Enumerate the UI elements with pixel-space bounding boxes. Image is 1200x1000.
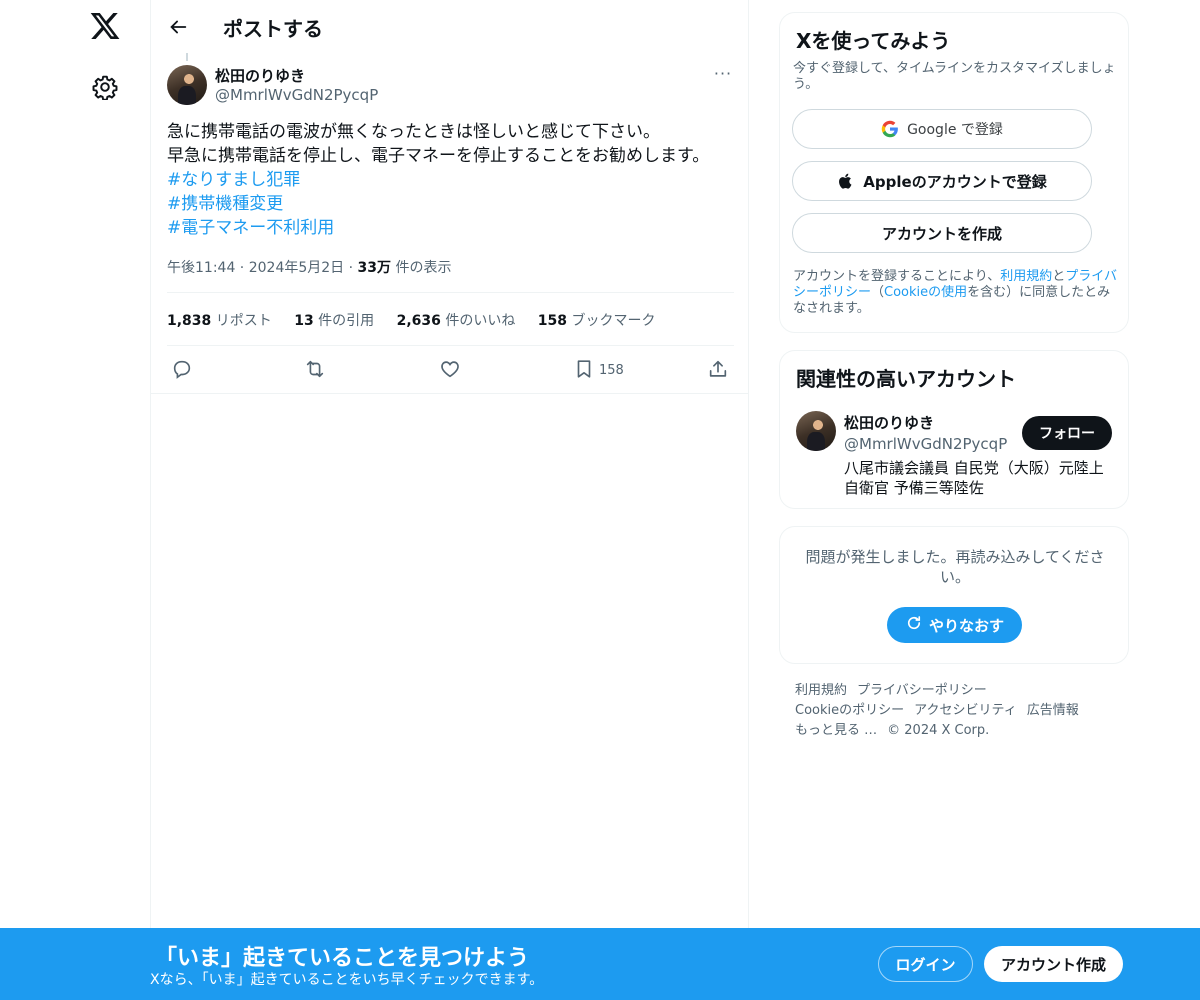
signup-banner: 「いま」起きていることを見つけよう Xなら、「いま」起きていることをいち早くチェ…	[0, 928, 1200, 1000]
thread-line	[186, 53, 188, 61]
terms-text: （	[871, 285, 885, 300]
tweet-date[interactable]: 2024年5月2日	[249, 260, 344, 276]
footer-link-cookie[interactable]: Cookieのポリシー	[795, 703, 904, 718]
related-accounts-card: 関連性の高いアカウント 松田のりゆき @MmrlWvGdN2PycqP フォロー…	[779, 350, 1129, 509]
footer-link-terms[interactable]: 利用規約	[795, 683, 847, 698]
stat-value: 13	[294, 313, 314, 329]
bookmark-icon[interactable]	[573, 358, 597, 382]
hashtag-link[interactable]: #なりすまし犯罪	[167, 168, 737, 192]
top-bar: ポストする	[151, 0, 749, 54]
terms-text: と	[1052, 269, 1066, 284]
avatar[interactable]	[796, 411, 836, 451]
repost-icon[interactable]	[304, 358, 328, 382]
left-nav	[0, 0, 150, 1000]
tweet-text-line: 早急に携帯電話を停止し、電子マネーを停止することをお勧めします。	[167, 146, 710, 166]
stat-likes[interactable]: 2,636 件のいいね	[397, 313, 516, 329]
author-handle[interactable]: @MmrlWvGdN2PycqP	[215, 86, 378, 104]
signup-button[interactable]: アカウント作成	[984, 946, 1123, 982]
tweet-text-line: 急に携帯電話の電波が無くなったときは怪しいと感じて下さい。	[167, 122, 660, 142]
footer-links: 利用規約 プライバシーポリシー Cookieのポリシー アクセシビリティ 広告情報 も…	[795, 681, 1125, 741]
reply-icon[interactable]	[171, 358, 195, 382]
author-name[interactable]: 松田のりゆき	[215, 65, 305, 86]
terms-text: アカウントを登録することにより、	[793, 269, 1001, 284]
avatar[interactable]	[167, 65, 207, 105]
error-card: 問題が発生しました。再読み込みしてください。 やりなおす	[779, 526, 1129, 664]
share-icon[interactable]	[707, 358, 731, 382]
divider	[167, 292, 734, 293]
follow-button[interactable]: フォロー	[1022, 416, 1112, 450]
divider	[151, 393, 749, 394]
tweet-stats: 1,838 リポスト 13 件の引用 2,636 件のいいね 158 ブックマー…	[167, 310, 673, 330]
terms-notice: アカウントを登録することにより、利用規約とプライバシーポリシー（Cookieの使…	[793, 269, 1123, 317]
retry-button[interactable]: やりなおす	[887, 607, 1022, 643]
footer-copyright: © 2024 X Corp.	[887, 723, 990, 738]
more-options-icon[interactable]: ···	[707, 64, 739, 86]
main-column: ポストする 松田のりゆき @MmrlWvGdN2PycqP ··· 急に携帯電話…	[150, 0, 749, 1000]
related-card-title: 関連性の高いアカウント	[796, 367, 1016, 391]
error-message: 問題が発生しました。再読み込みしてください。	[805, 548, 1105, 586]
apple-icon	[837, 172, 855, 190]
signup-card: Xを使ってみよう 今すぐ登録して、タイムラインをカスタマイズしましょう。 Goo…	[779, 12, 1129, 333]
x-logo-icon[interactable]	[89, 10, 121, 42]
stat-bookmarks[interactable]: 158 ブックマーク	[538, 313, 656, 329]
views-count: 33万	[357, 260, 392, 276]
tweet-meta: 午後11:44 · 2024年5月2日 · 33万 件の表示	[167, 257, 451, 277]
signup-subtitle: 今すぐ登録して、タイムラインをカスタマイズしましょう。	[793, 61, 1116, 92]
signup-card-title: Xを使ってみよう	[796, 29, 951, 53]
views-label: 件の表示	[391, 260, 452, 276]
related-account-name[interactable]: 松田のりゆき	[844, 412, 934, 433]
banner-title: 「いま」起きていることを見つけよう	[155, 946, 530, 971]
stat-value: 158	[537, 313, 568, 329]
back-arrow-icon[interactable]	[167, 16, 189, 38]
action-bar: 158	[151, 355, 749, 385]
retry-label: やりなおす	[928, 616, 1004, 635]
stat-label: リポスト	[211, 313, 272, 329]
footer-link-privacy[interactable]: プライバシーポリシー	[857, 683, 987, 698]
hashtag-link[interactable]: #携帯機種変更	[167, 192, 737, 216]
stat-reposts[interactable]: 1,838 リポスト	[167, 313, 272, 329]
stat-quotes[interactable]: 13 件の引用	[294, 313, 374, 329]
divider	[167, 345, 734, 346]
meta-separator: ·	[235, 260, 249, 276]
related-account-bio: 八尾市議会議員 自民党（大阪）元陸上自衛官 予備三等陸佐	[844, 459, 1104, 497]
bookmark-count: 158	[599, 363, 624, 378]
login-button[interactable]: ログイン	[878, 946, 973, 982]
footer-link-ads[interactable]: 広告情報	[1027, 703, 1079, 718]
stat-value: 1,838	[167, 313, 212, 329]
page-title: ポストする	[223, 17, 323, 41]
gear-icon[interactable]	[92, 74, 118, 101]
related-account-handle[interactable]: @MmrlWvGdN2PycqP	[844, 435, 1007, 453]
stat-label: 件の引用	[313, 313, 375, 329]
tweet-text: 急に携帯電話の電波が無くなったときは怪しいと感じて下さい。 早急に携帯電話を停止…	[167, 120, 737, 240]
cookie-link[interactable]: Cookieの使用	[884, 285, 967, 300]
refresh-icon	[905, 614, 929, 636]
google-signup-label: Google で登録	[907, 122, 1003, 138]
meta-separator: ·	[344, 260, 358, 276]
create-account-label: アカウントを作成	[881, 224, 1002, 243]
create-account-button[interactable]: アカウントを作成	[792, 213, 1092, 253]
stat-label: 件のいいね	[440, 313, 516, 329]
stat-label: ブックマーク	[567, 313, 656, 329]
hashtag-link[interactable]: #電子マネー不利利用	[167, 216, 737, 240]
apple-signup-button[interactable]: Appleのアカウントで登録	[792, 161, 1092, 201]
banner-subtitle: Xなら、「いま」起きていることをいち早くチェックできます。	[150, 972, 544, 988]
footer-link-accessibility[interactable]: アクセシビリティ	[914, 703, 1017, 718]
like-heart-icon[interactable]	[439, 358, 463, 382]
footer-link-more[interactable]: もっと見る …	[795, 723, 877, 738]
google-icon	[881, 120, 899, 138]
terms-link[interactable]: 利用規約	[1000, 269, 1052, 284]
apple-signup-label: Appleのアカウントで登録	[863, 172, 1047, 191]
google-signup-button[interactable]: Google で登録	[792, 109, 1092, 149]
stat-value: 2,636	[396, 313, 441, 329]
tweet-time[interactable]: 午後11:44	[167, 260, 235, 276]
